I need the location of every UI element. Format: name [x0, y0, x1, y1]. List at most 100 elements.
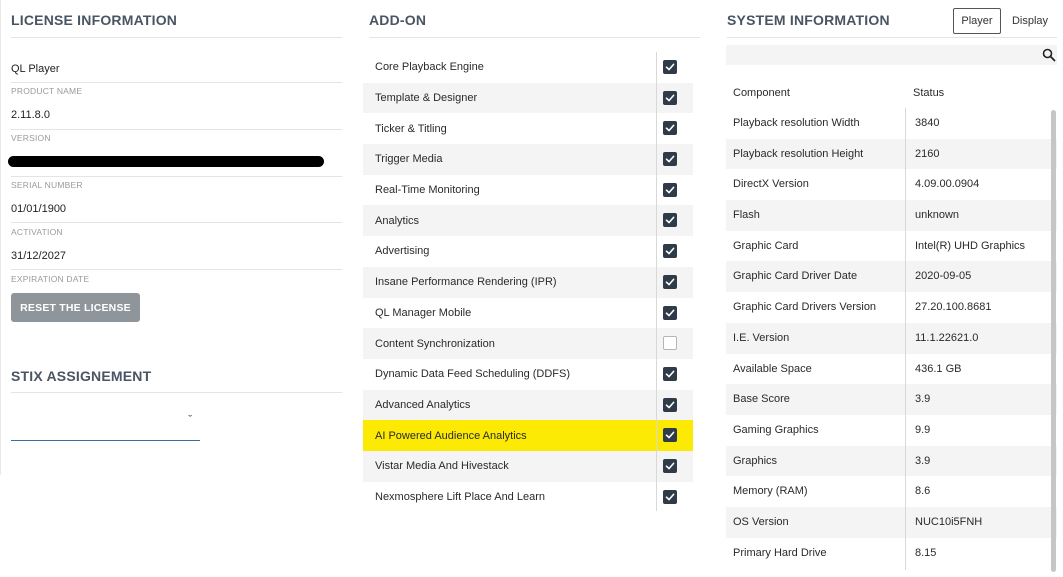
- table-row: Gaming Graphics 9.9: [726, 415, 1057, 446]
- addon-row: Content Synchronization: [363, 328, 693, 359]
- addon-label: QL Manager Mobile: [375, 306, 472, 319]
- status-cell: 2020-09-05: [915, 270, 972, 283]
- component-cell: Primary Hard Drive: [733, 546, 827, 559]
- table-scrollbar[interactable]: [1051, 110, 1056, 572]
- addon-row: Nexmosphere Lift Place And Learn: [363, 482, 693, 513]
- addon-checkbox[interactable]: [663, 274, 677, 289]
- addon-label: Advertising: [375, 245, 430, 258]
- version-label: VERSION: [11, 133, 51, 143]
- addon-checkbox[interactable]: [663, 305, 677, 320]
- addon-checkbox[interactable]: [663, 152, 677, 167]
- addon-section-title: ADD-ON: [369, 12, 427, 28]
- addon-label: Nexmosphere Lift Place And Learn: [375, 490, 545, 503]
- addon-checkbox[interactable]: [663, 366, 677, 381]
- addon-checkbox[interactable]: [663, 182, 677, 197]
- status-cell: 8.6: [915, 485, 931, 498]
- serial-number-redacted: [8, 156, 324, 167]
- addon-checkbox[interactable]: [663, 458, 677, 473]
- reset-license-button[interactable]: RESET THE LICENSE: [11, 293, 140, 322]
- divider: [11, 176, 342, 177]
- addon-label: Insane Performance Rendering (IPR): [375, 276, 557, 289]
- table-row: Graphic Card Intel(R) UHD Graphics: [726, 231, 1057, 262]
- checkmark-icon: [665, 217, 675, 224]
- addon-row: Core Playback Engine: [363, 52, 693, 83]
- tab-display[interactable]: Display: [1005, 8, 1055, 34]
- addon-checkbox[interactable]: [663, 90, 677, 105]
- addon-label: Vistar Media And Hivestack: [375, 460, 509, 473]
- addon-checkbox[interactable]: [663, 213, 677, 228]
- component-cell: Graphic Card Drivers Version: [733, 301, 877, 314]
- system-section-title: SYSTEM INFORMATION: [727, 12, 890, 28]
- status-cell: 27.20.100.8681: [915, 301, 992, 314]
- table-row: Playback resolution Width 3840: [726, 108, 1057, 139]
- status-cell: 436.1 GB: [915, 362, 962, 375]
- left-border: [0, 0, 1, 475]
- component-cell: I.E. Version: [733, 331, 790, 344]
- addon-checkbox[interactable]: [663, 244, 677, 259]
- addon-row: Trigger Media: [363, 144, 693, 175]
- table-row: Primary Hard Drive 8.15: [726, 538, 1057, 569]
- status-cell: 3.9: [915, 454, 931, 467]
- addon-row: AI Powered Audience Analytics: [363, 420, 693, 451]
- chevron-down-icon: ˇ: [188, 414, 192, 426]
- table-row: DirectX Version 4.09.00.0904: [726, 169, 1057, 200]
- system-title-divider: [727, 37, 1057, 38]
- checkmark-icon: [665, 94, 675, 102]
- addon-row: QL Manager Mobile: [363, 298, 693, 329]
- addon-checkbox[interactable]: [663, 428, 677, 443]
- component-cell: DirectX Version: [733, 178, 809, 191]
- table-row: Graphic Card Drivers Version 27.20.100.86…: [726, 292, 1057, 323]
- checkmark-icon: [665, 155, 675, 163]
- checkmark-icon: [665, 247, 675, 255]
- addon-label: Ticker & Titling: [375, 122, 447, 135]
- checkmark-icon: [665, 462, 675, 470]
- system-info-table: Playback resolution Width 3840 Playback re…: [726, 108, 1057, 568]
- addon-checkbox[interactable]: [663, 397, 677, 412]
- stix-select[interactable]: ˇ: [11, 408, 200, 441]
- search-input[interactable]: [726, 45, 1057, 65]
- status-cell: Intel(R) UHD Graphics: [915, 239, 1026, 252]
- component-cell: OS Version: [733, 515, 789, 528]
- stix-title-divider: [11, 392, 342, 393]
- table-row: Graphics 3.9: [726, 445, 1057, 477]
- table-row: Available Space 436.1 GB: [726, 354, 1057, 385]
- component-cell: Flash: [733, 209, 760, 222]
- status-cell: 2160: [915, 147, 940, 160]
- status-cell: NUC10i5FNH: [915, 515, 983, 528]
- addon-label: Content Synchronization: [375, 337, 495, 350]
- column-header-component: Component: [733, 87, 790, 99]
- checkmark-icon: [665, 124, 675, 132]
- component-cell: Gaming Graphics: [733, 423, 819, 436]
- addon-row: Advertising: [363, 236, 693, 267]
- checkmark-icon: [665, 431, 675, 439]
- expiration-value: 31/12/2027: [11, 250, 67, 262]
- addon-row: Ticker & Titling: [363, 113, 693, 144]
- status-cell: 3.9: [915, 393, 931, 406]
- addon-checkbox[interactable]: [663, 121, 677, 136]
- divider: [11, 222, 342, 223]
- addon-checkbox[interactable]: [663, 336, 677, 351]
- checkmark-icon: [665, 370, 675, 378]
- search-icon[interactable]: [1042, 48, 1056, 62]
- checkmark-icon: [665, 278, 675, 286]
- table-row: Flash unknown: [726, 200, 1057, 231]
- checkmark-icon: [665, 309, 675, 316]
- divider: [11, 129, 342, 130]
- serial-number-label: SERIAL NUMBER: [11, 180, 83, 190]
- component-cell: Available Space: [733, 362, 812, 375]
- activation-value: 01/01/1900: [11, 203, 67, 215]
- table-row: Playback resolution Height 2160: [726, 138, 1057, 170]
- checkmark-icon: [665, 186, 675, 194]
- addon-checkbox[interactable]: [663, 60, 677, 74]
- addon-checkbox[interactable]: [663, 489, 677, 504]
- addon-label: Dynamic Data Feed Scheduling (DDFS): [375, 368, 571, 381]
- component-cell: Playback resolution Height: [733, 147, 864, 160]
- status-cell: 9.9: [915, 423, 931, 436]
- checkmark-icon: [665, 493, 675, 501]
- status-cell: 8.15: [915, 546, 937, 559]
- expiration-label: EXPIRATION DATE: [11, 274, 90, 284]
- addon-label: Analytics: [375, 214, 420, 227]
- tab-player[interactable]: Player: [953, 8, 1001, 34]
- component-cell: Playback resolution Width: [733, 117, 860, 129]
- addon-row: Analytics: [363, 205, 693, 237]
